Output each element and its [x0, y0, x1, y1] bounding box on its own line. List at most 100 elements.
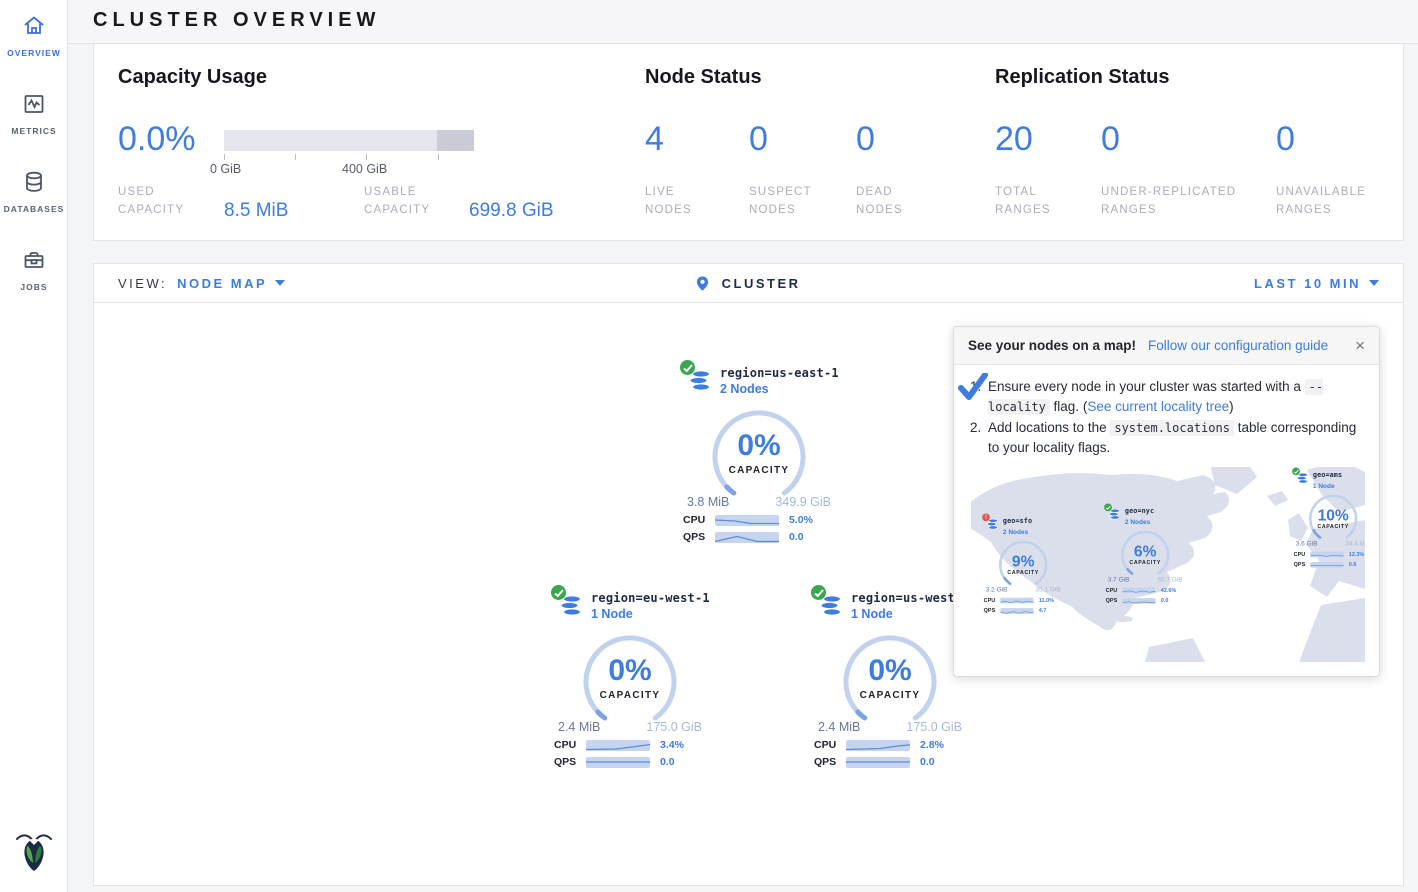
- warning-icon: !: [982, 514, 990, 522]
- example-locality-geo-nyc: geo=nyc 2 Nodes 6% CAPACITY: [1101, 505, 1189, 605]
- view-toolbar: VIEW: NODE MAP CLUSTER LAST 10 MIN: [94, 264, 1403, 303]
- capacity-bar: [224, 130, 474, 151]
- database-icon: [22, 170, 46, 194]
- healthy-check-icon: [811, 585, 826, 600]
- total-ranges-value: 20: [995, 120, 1033, 159]
- healthy-check-icon: [1104, 504, 1112, 512]
- qps-sparkline: [586, 757, 650, 768]
- sidebar-item-metrics[interactable]: METRICS: [0, 58, 68, 136]
- sidebar-item-overview[interactable]: OVERVIEW: [0, 0, 68, 58]
- system-locations-code: system.locations: [1110, 420, 1234, 436]
- example-node-map-image: ! geo=sfo 2 Nodes: [971, 467, 1365, 662]
- cpu-label: CPU: [554, 739, 586, 751]
- gauge-percent: 0%: [840, 654, 940, 688]
- used-capacity-label: USED CAPACITY: [118, 184, 198, 220]
- capacity-gauge: 0% CAPACITY: [709, 407, 809, 497]
- gauge-caption: CAPACITY: [709, 465, 809, 476]
- under-replicated-value: 0: [1101, 120, 1120, 159]
- cpu-sparkline: [715, 515, 779, 526]
- configuration-guide-link[interactable]: Follow our configuration guide: [1148, 338, 1328, 353]
- replication-status-title: Replication Status: [995, 66, 1169, 89]
- qps-value: 0.0: [660, 756, 675, 768]
- cpu-label: CPU: [683, 514, 715, 526]
- capacity-axis-tick-0: 0 GiB: [210, 162, 241, 176]
- qps-label: QPS: [554, 756, 586, 768]
- locality-node-count: 2 Nodes: [720, 382, 844, 396]
- popup-title: See your nodes on a map!: [968, 338, 1136, 353]
- top-header: CLUSTER OVERVIEW: [68, 0, 1418, 44]
- suspect-nodes-value: 0: [749, 120, 768, 159]
- sidebar-item-label: METRICS: [0, 126, 68, 136]
- under-replicated-label: UNDER-REPLICATED RANGES: [1101, 184, 1241, 220]
- qps-value: 0.0: [789, 531, 804, 543]
- healthy-check-icon: [680, 360, 695, 375]
- gauge-caption: CAPACITY: [840, 690, 940, 701]
- usable-capacity-value: 699.8 GiB: [469, 200, 554, 222]
- qps-label: QPS: [814, 756, 846, 768]
- node-map-panel: VIEW: NODE MAP CLUSTER LAST 10 MIN: [93, 263, 1404, 886]
- capacity-bar-nonusable-segment: [437, 130, 474, 151]
- sidebar-item-label: OVERVIEW: [0, 48, 68, 58]
- qps-sparkline: [846, 757, 910, 768]
- qps-label: QPS: [683, 531, 715, 543]
- node-map-config-popup: See your nodes on a map! Follow our conf…: [953, 326, 1380, 677]
- healthy-check-icon: [1292, 468, 1300, 476]
- live-nodes-value: 4: [645, 120, 664, 159]
- briefcase-icon: [22, 248, 46, 272]
- step-done-check-icon: [958, 373, 988, 401]
- node-status-title: Node Status: [645, 66, 762, 89]
- qps-sparkline: [715, 532, 779, 543]
- map-pin-icon: [696, 276, 709, 291]
- popup-body: 1.Ensure every node in your cluster was …: [954, 365, 1379, 676]
- metrics-icon: [22, 92, 46, 116]
- healthy-check-icon: [551, 585, 566, 600]
- unavailable-ranges-value: 0: [1276, 120, 1295, 159]
- cpu-label: CPU: [814, 739, 846, 751]
- page-title: CLUSTER OVERVIEW: [93, 9, 380, 32]
- dead-nodes-label: DEAD NODES: [856, 184, 926, 220]
- cpu-sparkline: [846, 740, 910, 751]
- sidebar-item-databases[interactable]: DATABASES: [0, 136, 68, 214]
- sidebar: OVERVIEW METRICS DATABASES JOBS: [0, 0, 68, 892]
- unavailable-ranges-label: UNAVAILABLE RANGES: [1276, 184, 1376, 220]
- qps-value: 0.0: [920, 756, 935, 768]
- locality-tree-link[interactable]: See current locality tree: [1087, 399, 1229, 414]
- capacity-usage-title: Capacity Usage: [118, 66, 267, 89]
- capacity-axis-tick-400: 400 GiB: [342, 162, 387, 176]
- locality-card-us-east-1[interactable]: region=us-east-1 2 Nodes 0% CAPACITY 3.8…: [674, 363, 844, 543]
- gauge-percent: 0%: [580, 654, 680, 688]
- dead-nodes-value: 0: [856, 120, 875, 159]
- time-range-dropdown[interactable]: LAST 10 MIN: [1254, 276, 1379, 291]
- cpu-value: 5.0%: [789, 514, 813, 526]
- cockroachdb-logo: [0, 829, 68, 878]
- sidebar-item-label: DATABASES: [0, 204, 68, 214]
- example-locality-geo-ams: geo=ams 1 Node 10% CAPACITY: [1289, 469, 1365, 569]
- example-locality-geo-sfo: ! geo=sfo 2 Nodes: [979, 515, 1067, 615]
- config-step-1: 1.Ensure every node in your cluster was …: [970, 377, 1365, 416]
- gauge-caption: CAPACITY: [580, 690, 680, 701]
- used-capacity-value: 8.5 MiB: [224, 200, 288, 222]
- suspect-nodes-label: SUSPECT NODES: [749, 184, 819, 220]
- sidebar-item-label: JOBS: [0, 282, 68, 292]
- capacity-percent: 0.0%: [118, 120, 196, 159]
- locality-region-label: region=us-east-1: [720, 366, 844, 380]
- capacity-gauge: 0% CAPACITY: [580, 632, 680, 722]
- home-icon: [22, 14, 46, 38]
- config-step-2: 2.Add locations to the system.locations …: [970, 418, 1365, 457]
- total-ranges-label: TOTAL RANGES: [995, 184, 1065, 220]
- close-icon[interactable]: ×: [1355, 337, 1365, 354]
- popup-header: See your nodes on a map! Follow our conf…: [954, 327, 1379, 365]
- cluster-summary-panel: Capacity Usage 0.0% 0 GiB 400 GiB USED C…: [93, 44, 1404, 241]
- sidebar-item-jobs[interactable]: JOBS: [0, 214, 68, 292]
- locality-node-count: 1 Node: [591, 607, 715, 621]
- usable-capacity-label: USABLE CAPACITY: [364, 184, 454, 220]
- locality-card-eu-west-1[interactable]: region=eu-west-1 1 Node 0% CAPACITY 2.4 …: [545, 588, 715, 768]
- node-map-canvas: region=us-east-1 2 Nodes 0% CAPACITY 3.8…: [94, 303, 1403, 885]
- live-nodes-label: LIVE NODES: [645, 184, 715, 220]
- breadcrumb-cluster[interactable]: CLUSTER: [94, 276, 1403, 291]
- chevron-down-icon: [1369, 280, 1379, 286]
- capacity-gauge: 0% CAPACITY: [840, 632, 940, 722]
- cpu-value: 2.8%: [920, 739, 944, 751]
- locality-card-us-west-1[interactable]: region=us-west-1 1 Node 0% CAPACITY 2.4 …: [805, 588, 975, 768]
- cpu-value: 3.4%: [660, 739, 684, 751]
